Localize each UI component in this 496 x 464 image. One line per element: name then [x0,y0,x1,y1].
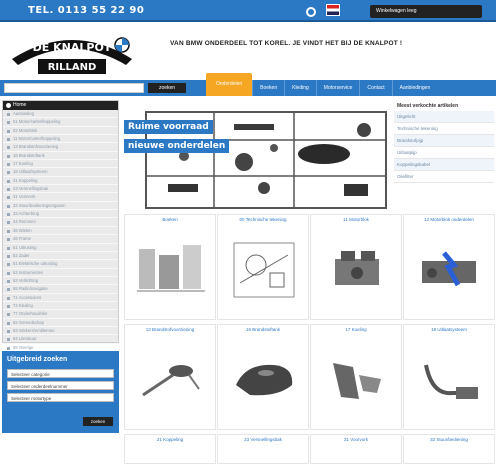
sidebar-item[interactable]: 01 Motor/carter/koppeling [3,118,118,127]
sidebar-item[interactable]: Aanbieding [3,110,118,119]
search-input[interactable] [4,83,144,93]
tile-label: 23 Versnellingsbak [244,437,282,442]
category-tile[interactable]: Boeken [124,214,216,320]
tile-label: 16 Brandstoftank [245,327,281,332]
tile-label: 32 Stuur/bediening [430,437,468,442]
sidebar-item[interactable]: 31 Voorvork [3,193,118,202]
sidebar-item[interactable]: 63 Verlichting [3,277,118,286]
tile-label: 31 Voorvork [343,437,368,442]
tile-label: 13 Brandstofvoorziening [145,327,195,332]
bestseller-item[interactable]: Uitlaatpijp [394,147,494,159]
category-tile[interactable]: 21 Koppeling [124,434,216,464]
category-tile[interactable]: 16 Brandstoftank [217,324,309,430]
tile-label: 21 Koppeling [156,437,184,442]
category-tile[interactable]: 31 Voorvork [310,434,402,464]
nav-item-onderdelen[interactable]: Onderdelen [206,73,253,96]
category-tile[interactable]: 32 Stuur/bediening [403,434,495,464]
drawing-image [233,242,295,298]
main-nav: Onderdelen Boeken Kleding Motorservice C… [206,73,437,96]
category-tile[interactable]: 13 Brandstofvoorziening [124,324,216,430]
nav-item-kleding[interactable]: Kleding [284,80,316,96]
sidebar-item[interactable]: 82 Gereedschap [3,319,118,327]
sidebar-item[interactable]: 34 Remmen [3,218,118,227]
top-bar: TEL. 0113 55 22 90 Winkelwagen leeg [0,0,496,22]
sidebar-item[interactable]: 21 Koppeling [3,177,118,186]
sidebar-item[interactable]: 32 Stuur/bedieningsorganen [3,202,118,211]
bestseller-item[interactable]: Technische tekening [394,123,494,135]
sidebar-item[interactable]: 17 Koeling [3,160,118,169]
bestseller-item[interactable]: Koppelingskabel [394,159,494,171]
sidebar-item[interactable]: 61 Elektrische uitrusting [3,260,118,269]
engine-block-image [335,251,379,285]
sidebar-item[interactable]: 83 Stickers/emblemen [3,327,118,336]
category-tile[interactable]: 17 Koeling [310,324,402,430]
category-tile[interactable]: 23 Versnellingsbak [217,434,309,464]
bestsellers-panel: Meest verkochte artikelen Uitgelicht Tec… [394,101,494,183]
cart-icon[interactable] [306,7,316,17]
hero-line1: Ruime voorraad [124,120,213,134]
tagline: VAN BMW ONDERDEEL TOT KOREL. JE VINDT HE… [170,40,403,47]
fuel-system-image [142,365,200,397]
cart-button[interactable]: Winkelwagen leeg [370,5,482,18]
sidebar-item[interactable]: 77 Onderhoud/olie [3,310,118,319]
category-tile[interactable]: 12 Motorblok onderdelen [403,214,495,320]
books-image [137,245,205,292]
sidebar-item[interactable]: 65 Radio/navigatie [3,285,118,294]
nav-item-boeken[interactable]: Boeken [252,80,284,96]
advanced-search-title: Uitgebreid zoeken [7,356,68,363]
advanced-search-button[interactable]: zoeken [83,417,113,426]
category-sidebar: Home Aanbieding 01 Motor/carter/koppelin… [2,100,119,361]
sidebar-item[interactable]: 72 Kleding [3,302,118,311]
sidebar-item[interactable]: 71 Accessoires [3,294,118,302]
cooling-image [333,363,381,399]
logo[interactable]: DE KNALPOT RILLAND [8,25,136,77]
sidebar-title[interactable]: Home [3,101,118,110]
sidebar-item[interactable]: 62 Instrumenten [3,269,118,277]
sidebar-item[interactable]: 36 Wielen [3,227,118,236]
sidebar-item[interactable]: 11 Motor/carter/koppeling [3,135,118,144]
category-select[interactable]: Selecteer categorie [7,369,114,378]
tile-label: Boeken [162,217,178,222]
sidebar-item[interactable]: 33 Achterbrug [3,210,118,219]
fuel-tank-image [236,364,293,396]
tile-label: 11 Motorblok [343,217,369,222]
nav-item-motorservice[interactable]: Motorservice [315,80,360,96]
category-tile[interactable]: 11 Motorblok [310,214,402,320]
bestseller-item[interactable]: Uitgelicht [394,111,494,123]
sidebar-item[interactable]: 52 Zadel [3,252,118,261]
sidebar-item[interactable]: 51 Uitrusting [3,244,118,252]
logo-line2: RILLAND [48,62,97,73]
phone-number: TEL. 0113 55 22 90 [28,5,145,16]
tile-label: 00 Technische tekening [239,217,287,222]
sidebar-item[interactable]: 46 Frame [3,235,118,244]
tile-label: 17 Koeling [345,327,367,332]
bestsellers-title: Meest verkochte artikelen [397,103,459,109]
sidebar-item[interactable]: 02 Motorblok [3,127,118,136]
flag-icon[interactable] [326,4,340,16]
hero-line2: nieuwe onderdelen [124,139,230,153]
category-tile[interactable]: 18 Uitlaatsysteem [403,324,495,430]
tile-label: 18 Uitlaatsysteem [431,327,467,332]
sidebar-item[interactable]: 23 Versnellingsbak [3,185,118,194]
search-button[interactable]: zoeken [148,83,186,93]
category-tile[interactable]: 00 Technische tekening [217,214,309,320]
sidebar-item[interactable]: 16 Brandstoftank [3,152,118,161]
nav-item-contact[interactable]: Contact [359,80,391,96]
part-number-select[interactable]: Selecteer onderdeelnummer [7,381,114,390]
bestseller-item[interactable]: Brandstofpijp [394,135,494,147]
motor-type-select[interactable]: Selecteer motortype [7,393,114,402]
engine-parts-image [422,251,476,287]
sidebar-item[interactable]: 18 Uitlaat/systeem [3,168,118,177]
nav-item-aanbiedingen[interactable]: Aanbiedingen [391,80,438,96]
sidebar-item[interactable]: 84 Literatuur [3,335,118,344]
tile-label: 12 Motorblok onderdelen [424,217,474,222]
exhaust-image [424,364,478,399]
hero-banner[interactable]: Ruime voorraad nieuwe onderdelen [124,104,392,210]
advanced-search-panel: Uitgebreid zoeken Selecteer categorie Se… [2,351,119,433]
logo-line1: DE KNALPOT [33,41,112,54]
sidebar-item[interactable]: 13 Brandstofvoorziening [3,143,118,152]
bestseller-item[interactable]: Oliefilter [394,171,494,183]
